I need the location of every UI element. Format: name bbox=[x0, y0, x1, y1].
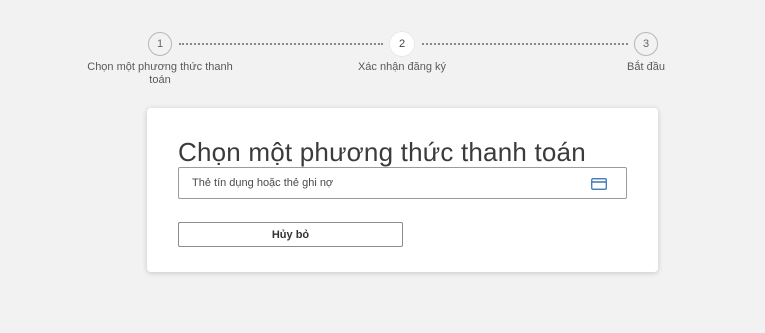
progress-stepper: 1 2 3 Chọn một phương thức thanh toán Xá… bbox=[0, 0, 765, 100]
payment-option-label: Thẻ tín dụng hoặc thẻ ghi nợ bbox=[192, 177, 334, 189]
step-connector-1-2 bbox=[179, 43, 383, 45]
cancel-button[interactable]: Hủy bỏ bbox=[178, 222, 403, 247]
step-3-label: Bắt đầu bbox=[627, 61, 665, 73]
credit-card-option[interactable]: Thẻ tín dụng hoặc thẻ ghi nợ bbox=[178, 167, 627, 199]
step-connector-2-3 bbox=[422, 43, 628, 45]
credit-card-icon bbox=[591, 177, 607, 190]
step-2-label: Xác nhận đăng ký bbox=[357, 61, 447, 73]
step-1-label: Chọn một phương thức thanh toán bbox=[87, 61, 233, 86]
step-1-indicator: 1 bbox=[148, 32, 172, 56]
step-2-indicator: 2 bbox=[390, 32, 414, 56]
page-title: Chọn một phương thức thanh toán bbox=[178, 137, 586, 167]
payment-method-card: Chọn một phương thức thanh toán Thẻ tín … bbox=[147, 108, 658, 272]
step-3-indicator: 3 bbox=[634, 32, 658, 56]
